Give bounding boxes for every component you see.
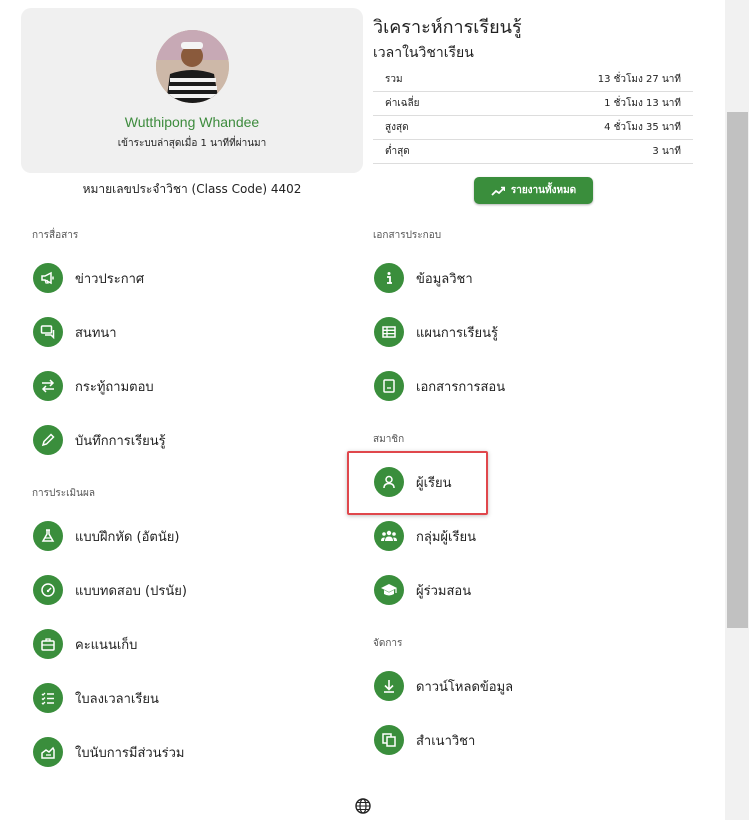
menu-student-groups[interactable]: กลุ่มผู้เรียน [374, 520, 476, 552]
stat-label: รวม [385, 74, 403, 85]
flask-icon [33, 521, 63, 551]
stat-row-total: รวม 13 ชั่วโมง 27 นาที [373, 68, 693, 92]
class-code: หมายเลขประจำวิชา (Class Code) 4402 [82, 182, 302, 196]
menu-scores[interactable]: คะแนนเก็บ [33, 628, 137, 660]
analytics-subtitle: เวลาในวิชาเรียน [373, 45, 474, 61]
last-login-text: เข้าระบบล่าสุดเมื่อ 1 นาทีที่ผ่านมา [117, 138, 267, 149]
book-icon [374, 371, 404, 401]
menu-label: กลุ่มผู้เรียน [416, 529, 476, 545]
info-icon [374, 263, 404, 293]
pencil-icon [33, 425, 63, 455]
checklist-icon [33, 683, 63, 713]
section-members: สมาชิก [373, 434, 405, 445]
copy-icon [374, 725, 404, 755]
menu-subjective-exercise[interactable]: แบบฝึกหัด (อัตนัย) [33, 520, 179, 552]
menu-label: ใบลงเวลาเรียน [75, 691, 159, 707]
stat-row-min: ต่ำสุด 3 นาที [373, 140, 693, 164]
menu-label: สำเนาวิชา [416, 733, 476, 749]
menu-copy-course[interactable]: สำเนาวิชา [374, 724, 475, 756]
stats-table: รวม 13 ชั่วโมง 27 นาที ค่าเฉลี่ย 1 ชั่วโ… [373, 68, 693, 164]
section-assessment: การประเมินผล [32, 488, 95, 499]
section-documents: เอกสารประกอบ [373, 230, 442, 241]
menu-participation[interactable]: ใบนับการมีส่วนร่วม [33, 736, 184, 768]
menu-download-data[interactable]: ดาวน์โหลดข้อมูล [374, 670, 513, 702]
group-icon [374, 521, 404, 551]
menu-label: เอกสารการสอน [416, 379, 506, 395]
megaphone-icon [33, 263, 63, 293]
menu-learning-notes[interactable]: บันทึกการเรียนรู้ [33, 424, 166, 456]
trending-up-icon [491, 186, 505, 196]
hand-icon [33, 737, 63, 767]
menu-label: แผนการเรียนรู้ [416, 325, 498, 341]
stat-value: 13 ชั่วโมง 27 นาที [597, 74, 681, 85]
stat-value: 4 ชั่วโมง 35 นาที [604, 122, 681, 133]
profile-name[interactable]: Wutthipong Whandee [21, 114, 363, 130]
menu-qa[interactable]: กระทู้ถามตอบ [33, 370, 154, 402]
stat-row-max: สูงสุด 4 ชั่วโมง 35 นาที [373, 116, 693, 140]
menu-label: ข่าวประกาศ [75, 271, 145, 287]
highlight-box [347, 451, 488, 515]
briefcase-icon [33, 629, 63, 659]
report-all-button[interactable]: รายงานทั้งหมด [474, 177, 593, 204]
report-all-label: รายงานทั้งหมด [510, 185, 577, 196]
menu-objective-test[interactable]: แบบทดสอบ (ปรนัย) [33, 574, 187, 606]
stat-value: 3 นาที [652, 146, 681, 157]
swap-icon [33, 371, 63, 401]
stat-label: ค่าเฉลี่ย [385, 98, 420, 109]
menu-label: กระทู้ถามตอบ [75, 379, 154, 395]
menu-label: ผู้ร่วมสอน [416, 583, 472, 599]
menu-course-info[interactable]: ข้อมูลวิชา [374, 262, 473, 294]
section-manage: จัดการ [373, 638, 403, 649]
menu-label: คะแนนเก็บ [75, 637, 138, 653]
analytics-title: วิเคราะห์การเรียนรู้ [373, 17, 522, 38]
menu-co-teachers[interactable]: ผู้ร่วมสอน [374, 574, 471, 606]
stat-label: ต่ำสุด [385, 146, 410, 157]
menu-attendance[interactable]: ใบลงเวลาเรียน [33, 682, 159, 714]
menu-announcements[interactable]: ข่าวประกาศ [33, 262, 144, 294]
menu-label: ใบนับการมีส่วนร่วม [75, 745, 185, 761]
section-communication: การสื่อสาร [32, 230, 79, 241]
graduation-cap-icon [374, 575, 404, 605]
download-icon [374, 671, 404, 701]
stat-label: สูงสุด [385, 122, 409, 133]
menu-chat[interactable]: สนทนา [33, 316, 117, 348]
menu-label: ข้อมูลวิชา [416, 271, 473, 287]
globe-icon[interactable] [354, 797, 372, 815]
menu-label: แบบฝึกหัด (อัตนัย) [75, 529, 180, 545]
menu-teaching-documents[interactable]: เอกสารการสอน [374, 370, 505, 402]
menu-label: สนทนา [75, 325, 117, 341]
chat-icon [33, 317, 63, 347]
stat-row-average: ค่าเฉลี่ย 1 ชั่วโมง 13 นาที [373, 92, 693, 116]
menu-label: บันทึกการเรียนรู้ [75, 433, 166, 449]
menu-label: แบบทดสอบ (ปรนัย) [75, 583, 187, 599]
scrollbar-thumb[interactable] [727, 112, 748, 628]
menu-label: ดาวน์โหลดข้อมูล [416, 679, 514, 695]
avatar[interactable] [156, 30, 229, 103]
menu-learning-plan[interactable]: แผนการเรียนรู้ [374, 316, 498, 348]
table-icon [374, 317, 404, 347]
gauge-icon [33, 575, 63, 605]
stat-value: 1 ชั่วโมง 13 นาที [604, 98, 681, 109]
